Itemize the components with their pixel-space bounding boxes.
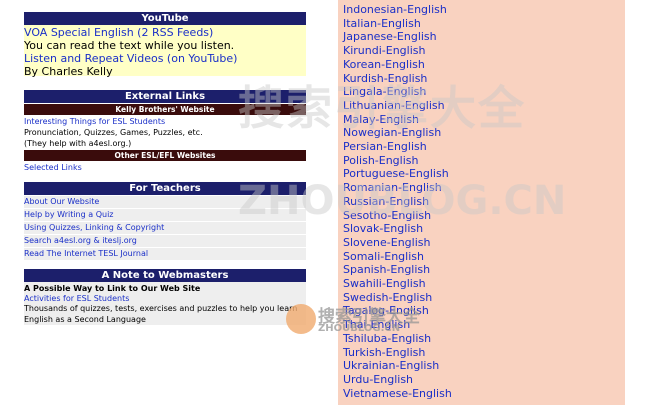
watermark-logo-icon: [286, 304, 316, 334]
language-link[interactable]: Persian-English: [338, 140, 625, 154]
language-link[interactable]: Tshiluba-English: [338, 332, 625, 346]
teachers-section: For Teachers About Our Website Help by W…: [24, 182, 306, 261]
language-link[interactable]: Somali-English: [338, 250, 625, 264]
language-link[interactable]: Kirundi-English: [338, 44, 625, 58]
youtube-box: VOA Special English (2 RSS Feeds) You ca…: [24, 25, 306, 78]
language-link[interactable]: Korean-English: [338, 58, 625, 72]
activities-description: Thousands of quizzes, tests, exercises a…: [24, 304, 298, 324]
language-link[interactable]: Malay-English: [338, 113, 625, 127]
language-link[interactable]: Kurdish-English: [338, 72, 625, 86]
language-link[interactable]: Japanese-English: [338, 30, 625, 44]
language-link[interactable]: Vietnamese-English: [338, 387, 625, 401]
using-quizzes-link[interactable]: Using Quizzes, Linking & Copyright: [24, 222, 306, 234]
language-link[interactable]: Slovak-English: [338, 222, 625, 236]
interesting-things-desc: Pronunciation, Quizzes, Games, Puzzles, …: [24, 128, 203, 137]
language-link[interactable]: Sesotho-English: [338, 209, 625, 223]
other-websites-subheader: Other ESL/EFL Websites: [24, 150, 306, 161]
teachers-list: About Our Website Help by Writing a Quiz…: [24, 196, 306, 261]
webmasters-section: A Note to Webmasters A Possible Way to L…: [24, 269, 306, 325]
language-link[interactable]: Swahili-English: [338, 277, 625, 291]
interesting-things-link[interactable]: Interesting Things for ESL Students: [24, 116, 306, 128]
external-links-header: External Links: [24, 90, 306, 103]
language-link[interactable]: Russian-English: [338, 195, 625, 209]
voa-description: You can read the text while you listen.: [24, 39, 235, 52]
language-link[interactable]: Thai-English: [338, 318, 625, 332]
interesting-things-note: (They help with a4esl.org.): [24, 138, 132, 148]
language-link[interactable]: Tagalog-English: [338, 304, 625, 318]
tesl-journal-link[interactable]: Read The Internet TESL Journal: [24, 248, 306, 260]
language-link[interactable]: Nowegian-English: [338, 126, 625, 140]
language-link[interactable]: Polish-English: [338, 154, 625, 168]
language-link[interactable]: Lingala-English: [338, 85, 625, 99]
language-list-panel: Indonesian-English Italian-English Japanes…: [338, 0, 625, 405]
language-link[interactable]: Indonesian-English: [338, 3, 625, 17]
webmasters-header: A Note to Webmasters: [24, 269, 306, 282]
language-link[interactable]: Spanish-English: [338, 263, 625, 277]
language-link[interactable]: Ukrainian-English: [338, 359, 625, 373]
language-link[interactable]: Lithuanian-English: [338, 99, 625, 113]
external-links-section: External Links Kelly Brothers' Website I…: [24, 90, 306, 174]
language-link[interactable]: Portuguese-English: [338, 167, 625, 181]
language-link[interactable]: Slovene-English: [338, 236, 625, 250]
teachers-header: For Teachers: [24, 182, 306, 195]
voa-link[interactable]: VOA Special English (2 RSS Feeds): [24, 26, 306, 39]
search-sites-link[interactable]: Search a4esl.org & iteslj.org: [24, 235, 306, 247]
other-websites-box: Selected Links: [24, 161, 306, 174]
about-website-link[interactable]: About Our Website: [24, 196, 306, 208]
activities-link[interactable]: Activities for ESL Students: [24, 294, 306, 304]
language-list: Indonesian-English Italian-English Japanes…: [338, 0, 625, 400]
help-writing-quiz-link[interactable]: Help by Writing a Quiz: [24, 209, 306, 221]
author-text: By Charles Kelly: [24, 65, 113, 78]
language-link[interactable]: Italian-English: [338, 17, 625, 31]
link-way-title: A Possible Way to Link to Our Web Site: [24, 284, 201, 293]
language-link[interactable]: Turkish-English: [338, 346, 625, 360]
webmasters-box: A Possible Way to Link to Our Web Site A…: [24, 282, 306, 325]
listen-repeat-link[interactable]: Listen and Repeat Videos (on YouTube): [24, 52, 306, 65]
selected-links-link[interactable]: Selected Links: [24, 162, 306, 174]
language-link[interactable]: Swedish-English: [338, 291, 625, 305]
kelly-brothers-subheader: Kelly Brothers' Website: [24, 104, 306, 115]
language-link[interactable]: Urdu-English: [338, 373, 625, 387]
youtube-section: YouTube VOA Special English (2 RSS Feeds…: [24, 12, 306, 78]
kelly-brothers-box: Interesting Things for ESL Students Pron…: [24, 115, 306, 149]
youtube-header: YouTube: [24, 12, 306, 25]
language-link[interactable]: Romanian-English: [338, 181, 625, 195]
